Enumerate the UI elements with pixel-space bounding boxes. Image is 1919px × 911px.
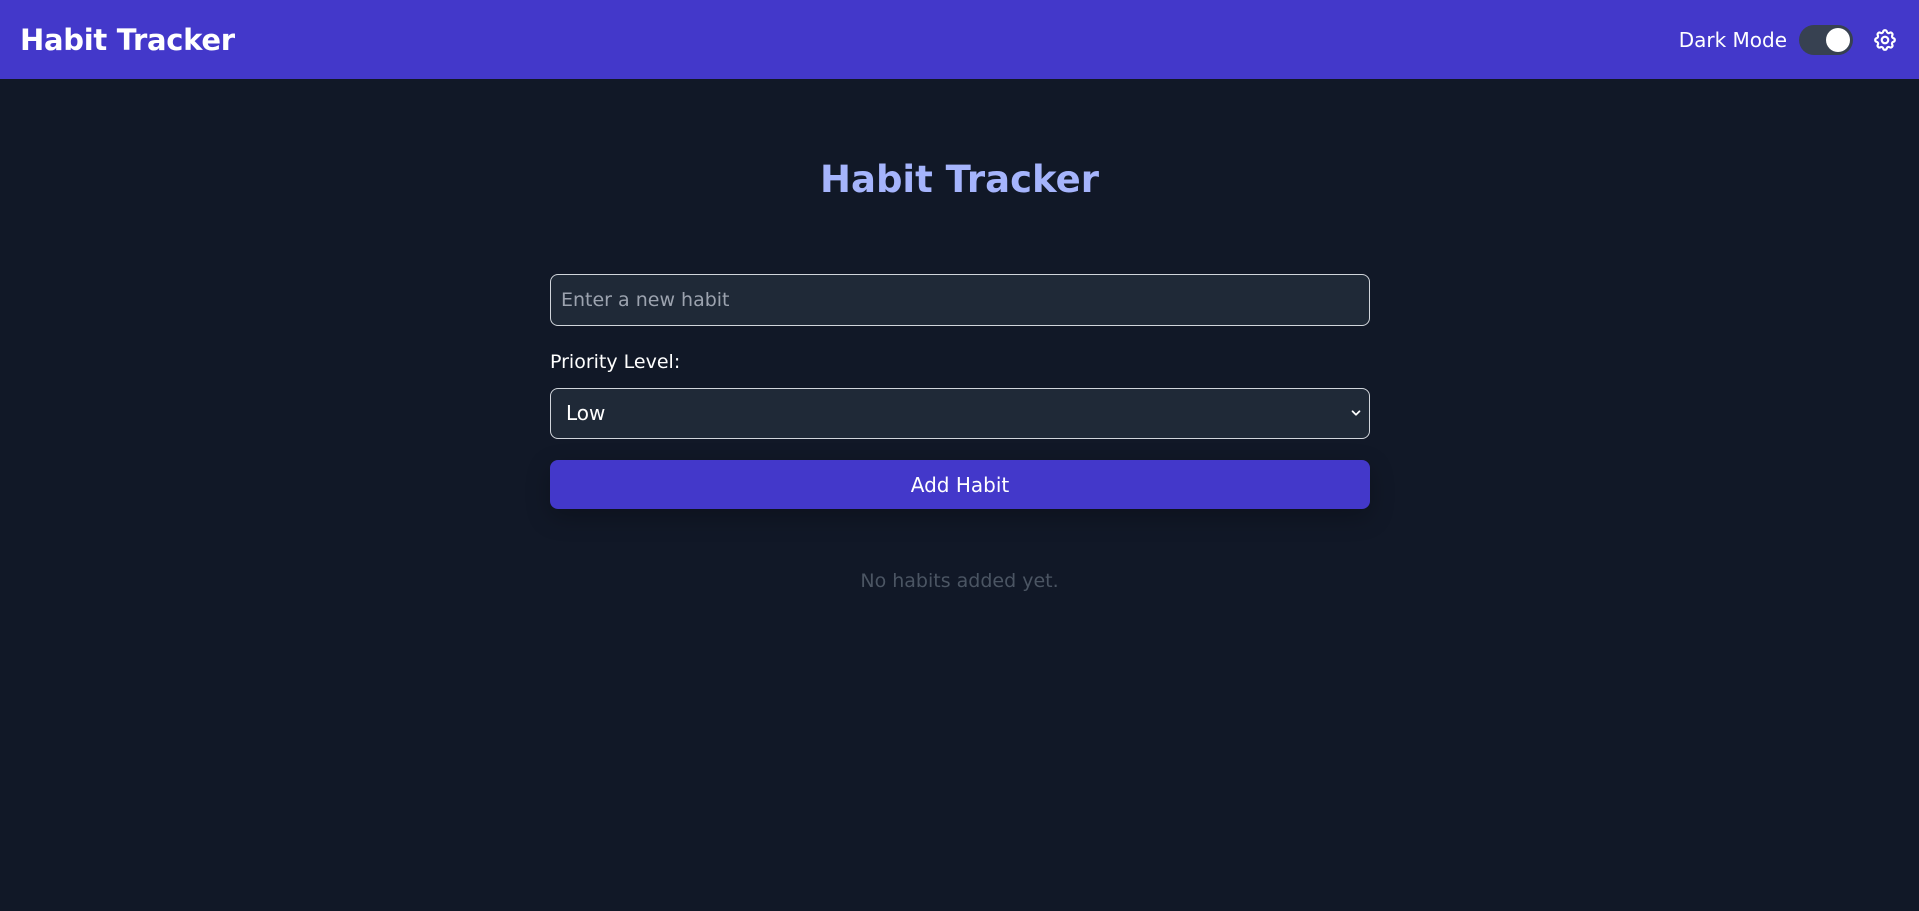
- add-habit-form: Priority Level: Low Add Habit: [550, 274, 1370, 509]
- toggle-knob: [1826, 27, 1850, 52]
- gear-icon: [1874, 28, 1896, 51]
- top-nav-bar: Habit Tracker Dark Mode: [0, 0, 1919, 79]
- priority-label: Priority Level:: [550, 351, 681, 373]
- app-brand: Habit Tracker: [20, 22, 235, 57]
- header-controls: Dark Mode: [1678, 24, 1899, 55]
- priority-selected-value: Low: [566, 401, 606, 425]
- page-title: Habit Tracker: [820, 158, 1099, 201]
- habit-input[interactable]: [550, 274, 1370, 326]
- empty-state-message: No habits added yet.: [860, 570, 1059, 592]
- chevron-down-icon: [1351, 410, 1361, 416]
- add-habit-button[interactable]: Add Habit: [550, 460, 1370, 509]
- dark-mode-toggle[interactable]: [1799, 24, 1853, 55]
- dark-mode-label: Dark Mode: [1678, 27, 1787, 52]
- settings-button[interactable]: [1871, 26, 1899, 54]
- priority-select[interactable]: Low: [550, 388, 1370, 439]
